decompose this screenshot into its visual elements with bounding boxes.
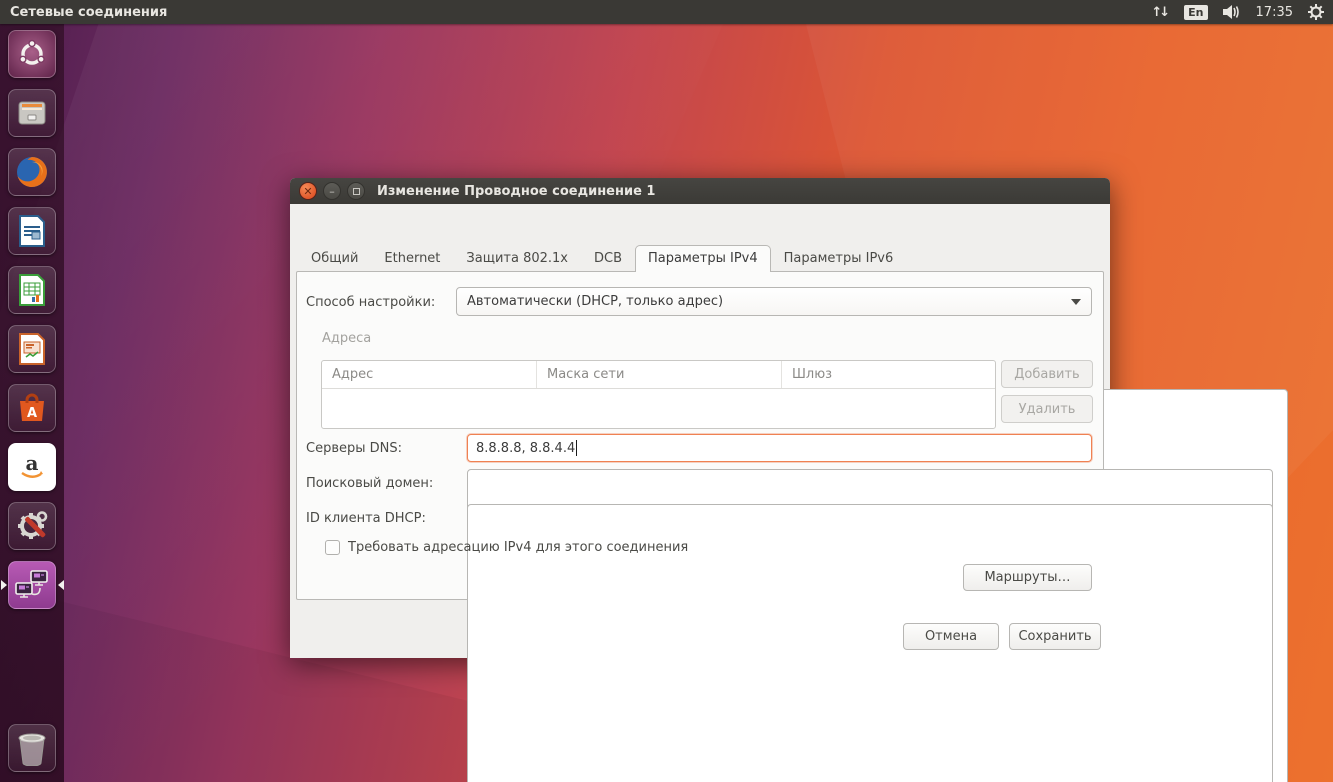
impress-icon	[16, 332, 48, 366]
maximize-icon[interactable]	[347, 182, 365, 200]
launcher-item-trash[interactable]	[8, 724, 56, 772]
svg-text:a: a	[26, 451, 39, 475]
method-selected-value: Автоматически (DHCP, только адрес)	[467, 294, 723, 309]
cancel-button[interactable]: Отмена	[903, 623, 999, 650]
addresses-table-body[interactable]	[322, 389, 995, 429]
dialog-title: Изменение Проводное соединение 1	[365, 184, 655, 199]
session-gear-icon[interactable]	[1307, 0, 1325, 24]
column-header-gateway[interactable]: Шлюз	[782, 361, 995, 388]
settings-gear-wrench-icon	[14, 508, 50, 544]
running-indicator-arrow	[1, 580, 7, 590]
launcher-item-network-connections[interactable]	[8, 561, 56, 609]
top-panel: Сетевые соединения ↑↓ En 17:35	[0, 0, 1333, 24]
desktop: Сетевые соединения ↑↓ En 17:35	[0, 0, 1333, 782]
column-header-address[interactable]: Адрес	[322, 361, 537, 388]
require-ipv4-label: Требовать адресацию IPv4 для этого соеди…	[348, 540, 688, 555]
svg-text:A: A	[27, 406, 37, 421]
save-button[interactable]: Сохранить	[1009, 623, 1101, 650]
trash-icon	[15, 730, 49, 766]
launcher-item-firefox[interactable]	[8, 148, 56, 196]
require-ipv4-checkbox[interactable]	[325, 540, 340, 555]
amazon-icon: a	[15, 450, 49, 484]
tab-8021x-security[interactable]: Защита 802.1x	[453, 245, 581, 272]
launcher-item-ubuntu-software[interactable]: A	[8, 384, 56, 432]
ipv4-settings-panel: Способ настройки: Автоматически (DHCP, т…	[296, 271, 1104, 600]
window-title-text: Сетевые соединения	[0, 5, 167, 20]
method-label: Способ настройки:	[306, 295, 435, 310]
routes-button[interactable]: Маршруты…	[963, 564, 1092, 591]
launcher-item-libreoffice-writer[interactable]	[8, 207, 56, 255]
writer-icon	[16, 214, 48, 248]
file-manager-icon	[15, 96, 49, 130]
method-dropdown[interactable]: Автоматически (DHCP, только адрес)	[456, 287, 1092, 316]
software-center-icon: A	[15, 391, 49, 425]
launcher-item-libreoffice-impress[interactable]	[8, 325, 56, 373]
launcher-item-dash[interactable]	[8, 30, 56, 78]
column-header-netmask[interactable]: Маска сети	[537, 361, 782, 388]
network-indicator-icon[interactable]: ↑↓	[1151, 0, 1170, 24]
delete-address-button[interactable]: Удалить	[1001, 395, 1093, 423]
chevron-down-icon	[1071, 299, 1081, 305]
dns-servers-value: 8.8.8.8, 8.8.4.4	[476, 441, 575, 456]
calc-icon	[16, 273, 48, 307]
keyboard-layout-indicator[interactable]: En	[1184, 5, 1207, 20]
tab-ethernet[interactable]: Ethernet	[371, 245, 453, 272]
tab-general[interactable]: Общий	[298, 245, 371, 272]
focused-indicator-arrow	[58, 580, 64, 590]
volume-icon[interactable]	[1222, 0, 1242, 24]
edit-connection-dialog: ✕ – Изменение Проводное соединение 1 Наз…	[290, 178, 1110, 658]
firefox-icon	[14, 154, 50, 190]
launcher-item-system-settings[interactable]	[8, 502, 56, 550]
addresses-table-header: Адрес Маска сети Шлюз	[322, 361, 995, 389]
addresses-section-label: Адреса	[322, 331, 371, 346]
launcher-item-files[interactable]	[8, 89, 56, 137]
tab-bar: Общий Ethernet Защита 802.1x DCB Парамет…	[298, 245, 906, 272]
addresses-table[interactable]: Адрес Маска сети Шлюз	[321, 360, 996, 429]
launcher-item-libreoffice-calc[interactable]	[8, 266, 56, 314]
tab-ipv6-settings[interactable]: Параметры IPv6	[771, 245, 907, 272]
add-address-button[interactable]: Добавить	[1001, 360, 1093, 388]
minimize-icon[interactable]: –	[323, 182, 341, 200]
text-caret	[576, 440, 577, 456]
close-icon[interactable]: ✕	[299, 182, 317, 200]
tab-dcb[interactable]: DCB	[581, 245, 635, 272]
search-domain-label: Поисковый домен:	[306, 476, 433, 491]
tab-ipv4-settings[interactable]: Параметры IPv4	[635, 245, 771, 272]
unity-launcher: A a	[0, 24, 64, 782]
dhcp-client-id-label: ID клиента DHCP:	[306, 511, 426, 526]
network-connections-icon	[13, 567, 51, 603]
clock[interactable]: 17:35	[1256, 0, 1293, 24]
dns-servers-label: Серверы DNS:	[306, 441, 402, 456]
ubuntu-logo-icon	[17, 39, 47, 69]
launcher-item-amazon[interactable]: a	[8, 443, 56, 491]
dns-servers-input[interactable]: 8.8.8.8, 8.8.4.4	[467, 434, 1092, 462]
dialog-titlebar[interactable]: ✕ – Изменение Проводное соединение 1	[290, 178, 1110, 204]
